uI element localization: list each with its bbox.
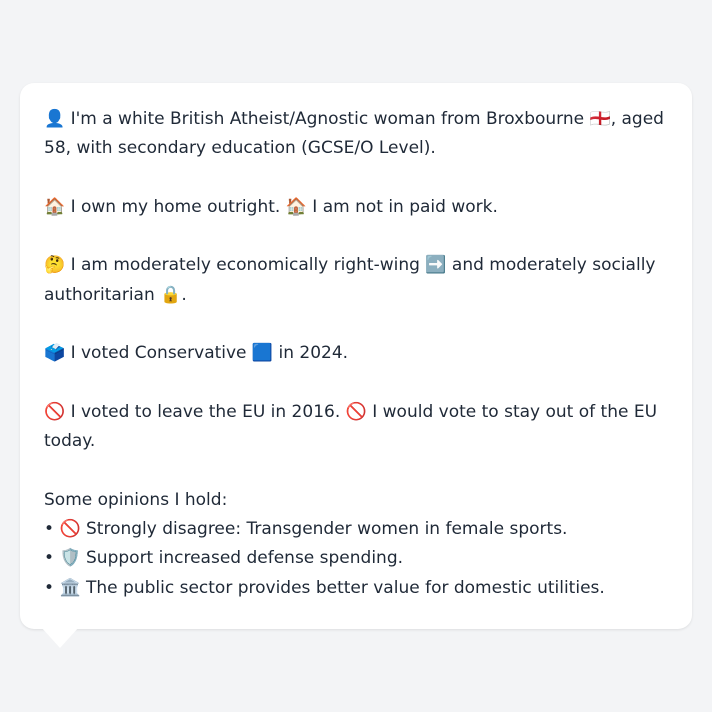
prohibited-icon: 🚫 (59, 519, 81, 540)
vote-text: I voted Conservative (70, 343, 247, 364)
prohibited-icon: 🚫 (345, 401, 367, 422)
person-icon: 👤 (44, 109, 66, 129)
identity-text: I'm a white British Atheist/Agnostic wom… (70, 109, 585, 129)
housing-paragraph: 🏠 I own my home outright. 🏠 I am not in … (44, 193, 670, 222)
classical-building-icon: 🏛️ (59, 577, 81, 598)
opinions-section: Some opinions I hold: • 🚫 Strongly disag… (44, 486, 670, 603)
list-item: • 🏛️ The public sector provides better v… (44, 574, 670, 603)
opinion-text: Support increased defense spending. (86, 548, 404, 569)
house-icon: 🏠 (285, 196, 307, 217)
economic-position-text: I am moderately economically right-wing (70, 255, 420, 276)
prohibited-icon: 🚫 (44, 401, 66, 422)
politics-period: . (181, 284, 187, 305)
list-item: • 🛡️ Support increased defense spending. (44, 544, 670, 573)
opinions-heading: Some opinions I hold: (44, 489, 228, 510)
identity-paragraph: 👤 I'm a white British Atheist/Agnostic w… (44, 105, 670, 164)
housing-text: I own my home outright. (70, 196, 281, 217)
ballot-box-icon: 🗳️ (44, 343, 66, 364)
list-item: • 🚫 Strongly disagree: Transgender women… (44, 515, 670, 544)
vote-paragraph: 🗳️ I voted Conservative 🟦 in 2024. (44, 339, 670, 368)
house-icon: 🏠 (44, 196, 66, 217)
right-arrow-icon: ➡️ (425, 255, 447, 276)
employment-text: I am not in paid work. (312, 196, 498, 217)
bullet: • (44, 548, 55, 569)
vote-year-text: in 2024. (278, 343, 349, 364)
bullet: • (44, 577, 55, 598)
england-flag-icon: 🏴󠁧󠁢󠁥󠁮󠁧󠁿 (589, 109, 611, 129)
blue-square-icon: 🟦 (251, 343, 274, 364)
lock-icon: 🔒 (160, 284, 182, 305)
politics-paragraph: 🤔 I am moderately economically right-win… (44, 251, 670, 310)
opinion-text: Strongly disagree: Transgender women in … (86, 519, 568, 540)
bullet: • (44, 519, 55, 540)
thinking-face-icon: 🤔 (44, 255, 66, 276)
eu-2016-text: I voted to leave the EU in 2016. (70, 401, 341, 422)
opinion-text: The public sector provides better value … (86, 577, 605, 598)
message-bubble: 👤 I'm a white British Atheist/Agnostic w… (20, 83, 692, 629)
eu-paragraph: 🚫 I voted to leave the EU in 2016. 🚫 I w… (44, 398, 670, 457)
bubble-tail (41, 627, 79, 648)
shield-icon: 🛡️ (59, 548, 81, 569)
